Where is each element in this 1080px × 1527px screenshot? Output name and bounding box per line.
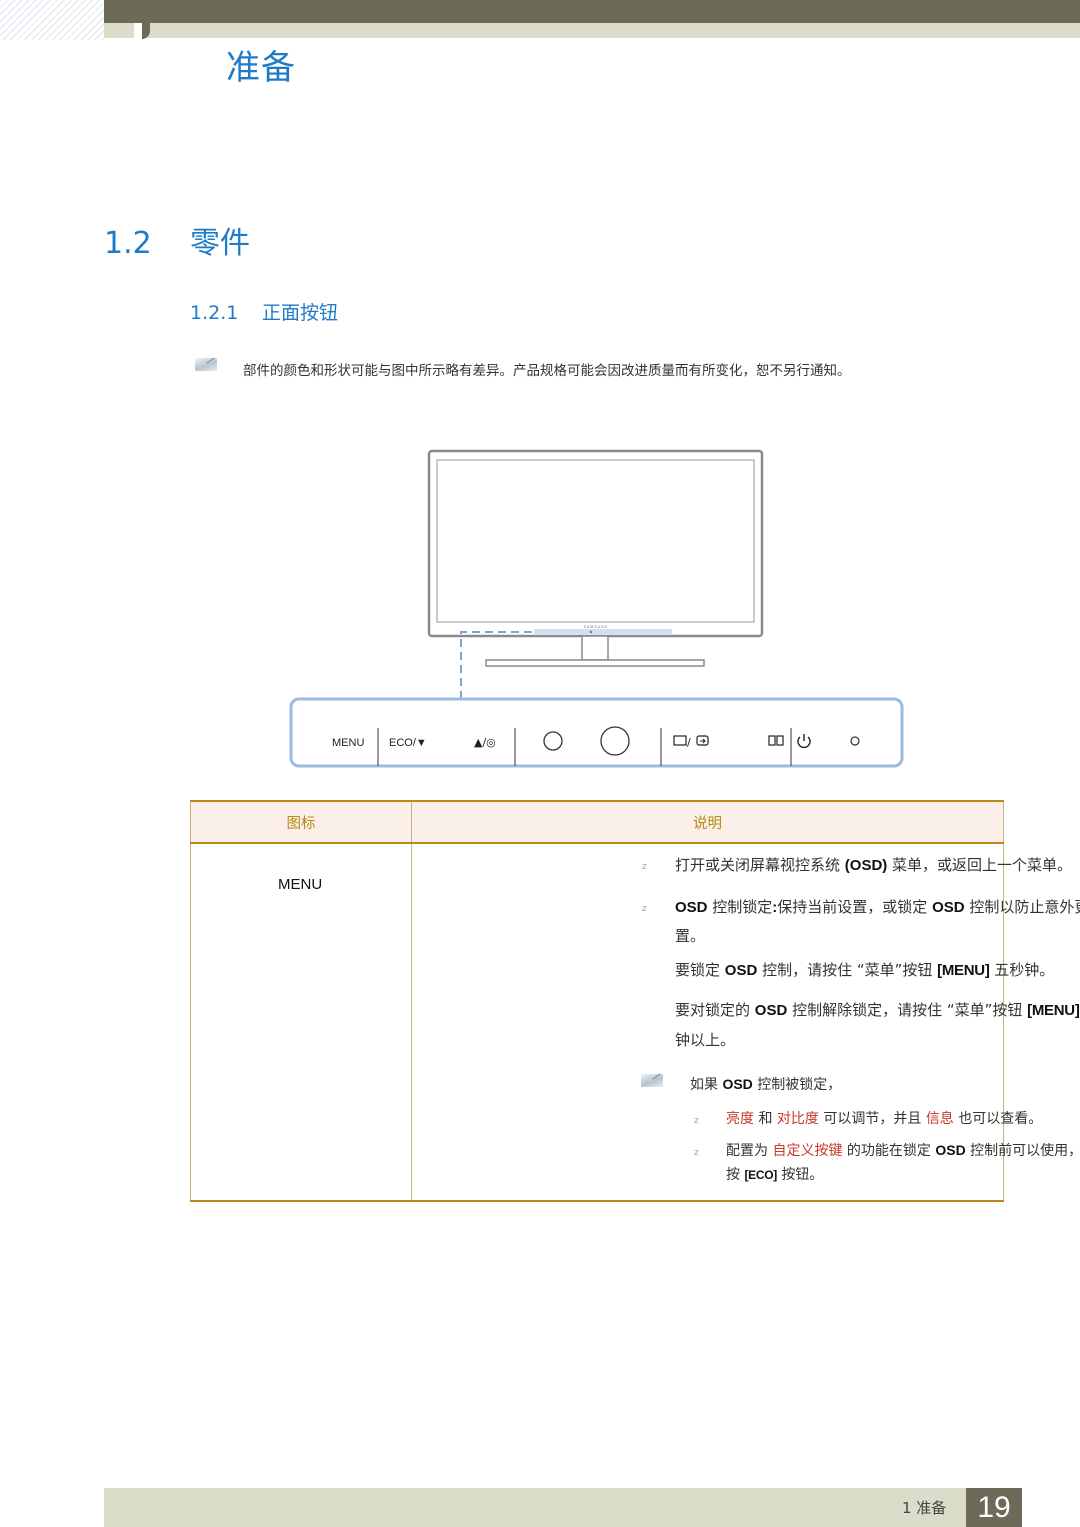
monitor-screen: [436, 459, 755, 623]
table-header-description: 说明: [411, 800, 1004, 844]
bullet-osd-lock: OSD 控制锁定:保持当前设置，或锁定 OSD 控制以防止意外更改设: [675, 898, 1080, 916]
monitor-stand-neck: [581, 635, 609, 661]
unlock-instruction-cont: 钟以上。: [675, 1031, 736, 1049]
footer-bar: [104, 1488, 1022, 1527]
locked-note: 如果 OSD 控制被锁定，: [690, 1076, 842, 1093]
locked-sub-bullet-custom-key-cont: 按 [ECO] 按钮。: [726, 1167, 824, 1183]
lock-instruction: 要锁定 OSD 控制，请按住 “菜单”按钮 [MENU] 五秒钟。: [675, 961, 1055, 979]
header-bar: [104, 0, 1080, 23]
chapter-title: 准备: [226, 48, 296, 88]
eco-button-label: ECO/▼: [389, 737, 427, 749]
table-cell-icon: MENU: [190, 843, 412, 1202]
section-heading: 1.2 零件: [104, 218, 250, 262]
table-header-row: 图标 说明: [190, 800, 1004, 844]
menu-button-label: MENU: [332, 737, 364, 749]
section-number: 1.2: [104, 226, 152, 261]
table-header-icon: 图标: [190, 800, 412, 844]
locked-sub-bullet-adjust: 亮度 和 对比度 可以调节，并且 信息 也可以查看。: [726, 1111, 1043, 1127]
bullet-osd-lock-cont: 置。: [675, 927, 706, 945]
section-title: 零件: [190, 226, 250, 261]
svg-text:/: /: [687, 736, 691, 749]
subsection-title: 正面按钮: [262, 302, 339, 324]
button-description-table: 图标 说明 MENU z 打开或关闭屏幕视控系统 (OSD) 菜单，或返回上一个…: [190, 800, 1080, 1202]
menu-icon-label: MENU: [278, 876, 323, 893]
table-row: MENU z 打开或关闭屏幕视控系统 (OSD) 菜单，或返回上一个菜单。 z …: [190, 843, 1080, 1202]
bullet-icon: z: [642, 862, 647, 872]
unlock-instruction: 要对锁定的 OSD 控制解除锁定，请按住 “菜单”按钮 [MENU] 五秒: [675, 1001, 1080, 1019]
chapter-tab-mark: [134, 23, 150, 41]
table-cell-description: z 打开或关闭屏幕视控系统 (OSD) 菜单，或返回上一个菜单。 z OSD 控…: [411, 843, 1080, 1202]
bullet-open-menu: 打开或关闭屏幕视控系统 (OSD) 菜单，或返回上一个菜单。: [675, 856, 1073, 874]
subsection-number: 1.2.1: [190, 302, 239, 324]
power-led-dot: [589, 630, 593, 634]
samsung-logo: SAMSUNG: [584, 625, 609, 629]
small-button-icon: [543, 731, 563, 751]
note-icon: [195, 358, 217, 371]
bullet-icon: z: [694, 1148, 699, 1158]
power-led-icon: [850, 736, 860, 746]
header-hatch-pattern: [0, 0, 104, 40]
note-icon: [641, 1074, 663, 1087]
page-number: 19: [977, 1491, 1011, 1524]
large-button-icon: [600, 726, 630, 756]
up-button-label: ▲/◎: [474, 736, 496, 749]
subsection-heading: 1.2.1 正面按钮: [190, 298, 338, 325]
locked-sub-bullet-custom-key: 配置为 自定义按键 的功能在锁定 OSD 控制前可以使用，方法是: [726, 1142, 1080, 1159]
bullet-icon: z: [694, 1116, 699, 1126]
bullet-icon: z: [642, 904, 647, 914]
note-text: 部件的颜色和形状可能与图中所示略有差异。产品规格可能会因改进质量而有所变化，恕不…: [243, 363, 851, 379]
control-panel-zoom: [289, 697, 904, 768]
control-strip: [534, 629, 672, 634]
monitor-stand-base: [485, 659, 705, 667]
footer-chapter-label: 1 准备: [902, 1499, 947, 1517]
header-bar-light: [104, 23, 1080, 38]
monitor-front-diagram: SAMSUNG MENU ECO/▼ ▲/◎ /: [289, 449, 904, 768]
